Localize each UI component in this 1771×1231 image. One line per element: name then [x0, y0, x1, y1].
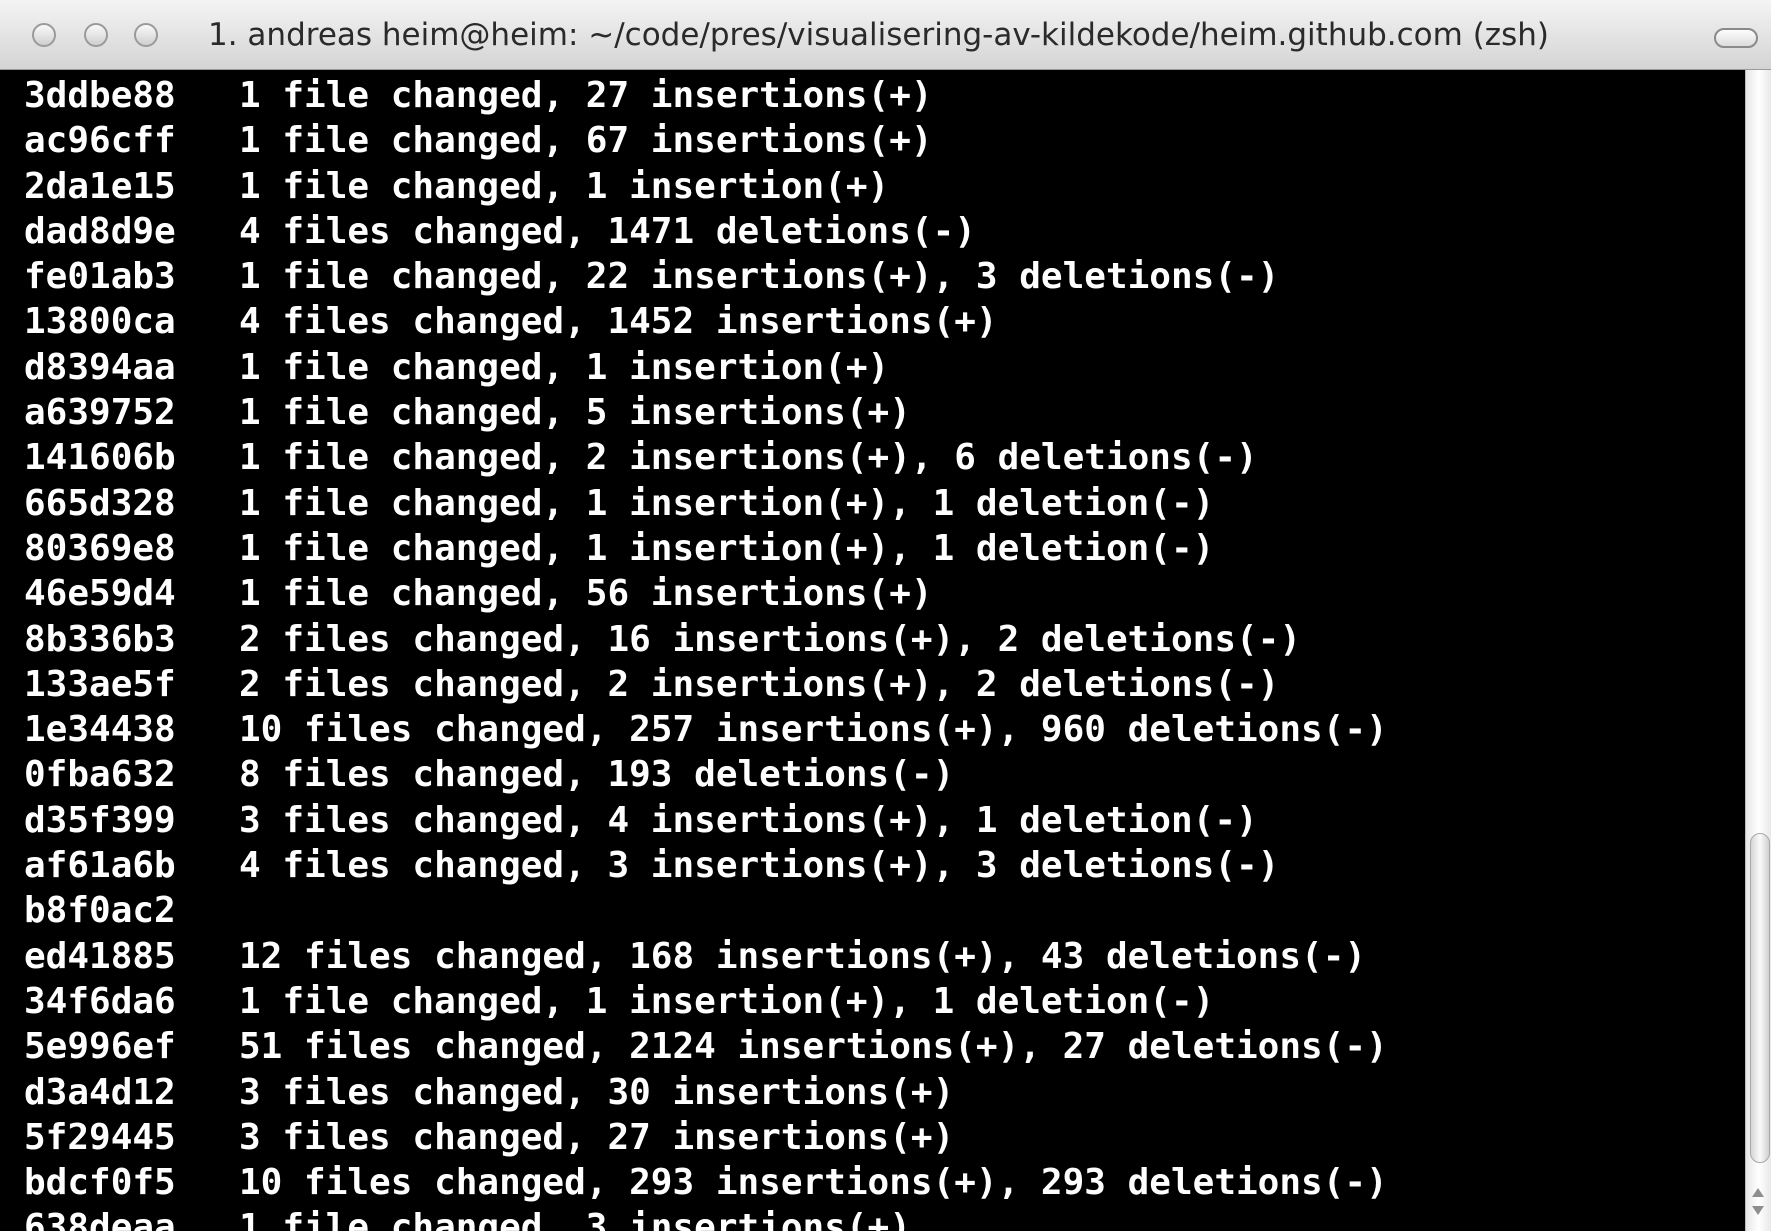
commit-hash: 133ae5f [24, 663, 176, 705]
terminal-line: d35f399 3 files changed, 4 insertions(+),… [24, 798, 1388, 843]
commit-stat: 4 files changed, 1452 insertions(+) [239, 301, 998, 343]
title-bar[interactable]: 1. andreas heim@heim: ~/code/pres/visual… [0, 0, 1771, 70]
commit-hash: 46e59d4 [24, 573, 176, 615]
terminal-line: 8b336b3 2 files changed, 16 insertions(+)… [24, 617, 1388, 662]
commit-hash: 665d328 [24, 482, 176, 524]
terminal-line: ed41885 12 files changed, 168 insertions(… [24, 934, 1388, 979]
terminal-line: dad8d9e 4 files changed, 1471 deletions(-… [24, 209, 1388, 254]
commit-hash: 141606b [24, 437, 176, 479]
terminal-line: 46e59d4 1 file changed, 56 insertions(+) [24, 571, 1388, 616]
terminal-line: 80369e8 1 file changed, 1 insertion(+), 1… [24, 526, 1388, 571]
scroll-up-arrow-icon[interactable] [1752, 1188, 1764, 1197]
commit-hash: 5f29445 [24, 1116, 176, 1158]
commit-hash: 13800ca [24, 301, 176, 343]
terminal-line: b8f0ac2 [24, 888, 1388, 933]
terminal-line: 3ddbe88 1 file changed, 27 insertions(+) [24, 73, 1388, 118]
terminal-line: 5e996ef 51 files changed, 2124 insertions… [24, 1024, 1388, 1069]
commit-hash: 8b336b3 [24, 618, 176, 660]
commit-stat: 2 files changed, 16 insertions(+), 2 del… [239, 618, 1302, 660]
commit-hash: dad8d9e [24, 210, 176, 252]
terminal-line: 665d328 1 file changed, 1 insertion(+), 1… [24, 481, 1388, 526]
terminal-line: 0fba632 8 files changed, 193 deletions(-) [24, 752, 1388, 797]
commit-hash: 2da1e15 [24, 165, 176, 207]
commit-stat: 8 files changed, 193 deletions(-) [239, 754, 955, 796]
commit-stat: 1 file changed, 3 insertions(+) [239, 1207, 911, 1231]
commit-stat: 4 files changed, 1471 deletions(-) [239, 210, 976, 252]
terminal-line: 13800ca 4 files changed, 1452 insertions(… [24, 299, 1388, 344]
commit-stat: 1 file changed, 67 insertions(+) [239, 120, 933, 162]
terminal-lines: 3ddbe88 1 file changed, 27 insertions(+) … [24, 73, 1388, 1231]
toolbar-toggle-button[interactable] [1714, 28, 1758, 48]
scroll-down-arrow-icon[interactable] [1752, 1206, 1764, 1215]
terminal-line: 1e34438 10 files changed, 257 insertions(… [24, 707, 1388, 752]
commit-hash: d3a4d12 [24, 1071, 176, 1113]
terminal-line: 638deaa 1 file changed, 3 insertions(+) [24, 1205, 1388, 1231]
commit-stat: 1 file changed, 2 insertions(+), 6 delet… [239, 437, 1258, 479]
terminal-line: 5f29445 3 files changed, 27 insertions(+) [24, 1115, 1388, 1160]
commit-stat: 10 files changed, 293 insertions(+), 293… [239, 1162, 1388, 1204]
terminal-line: fe01ab3 1 file changed, 22 insertions(+),… [24, 254, 1388, 299]
window-title: 1. andreas heim@heim: ~/code/pres/visual… [208, 17, 1549, 53]
commit-stat: 3 files changed, 30 insertions(+) [239, 1071, 955, 1113]
terminal-line: 2da1e15 1 file changed, 1 insertion(+) [24, 164, 1388, 209]
terminal-line: 133ae5f 2 files changed, 2 insertions(+),… [24, 662, 1388, 707]
commit-hash: 5e996ef [24, 1026, 176, 1068]
terminal-line: 34f6da6 1 file changed, 1 insertion(+), 1… [24, 979, 1388, 1024]
zoom-button[interactable] [134, 23, 158, 47]
terminal-line: bdcf0f5 10 files changed, 293 insertions(… [24, 1160, 1388, 1205]
commit-hash: ac96cff [24, 120, 176, 162]
commit-stat: 1 file changed, 5 insertions(+) [239, 392, 911, 434]
commit-stat: 1 file changed, 1 insertion(+), 1 deleti… [239, 527, 1215, 569]
close-button[interactable] [32, 23, 56, 47]
commit-stat: 1 file changed, 27 insertions(+) [239, 75, 933, 116]
scrollbar-thumb[interactable] [1750, 833, 1770, 1163]
commit-stat: 3 files changed, 27 insertions(+) [239, 1116, 955, 1158]
commit-hash: 0fba632 [24, 754, 176, 796]
commit-hash: 80369e8 [24, 527, 176, 569]
terminal-line: af61a6b 4 files changed, 3 insertions(+),… [24, 843, 1388, 888]
commit-hash: ed41885 [24, 935, 176, 977]
commit-stat: 2 files changed, 2 insertions(+), 2 dele… [239, 663, 1280, 705]
commit-stat: 10 files changed, 257 insertions(+), 960… [239, 709, 1388, 751]
terminal-window: 1. andreas heim@heim: ~/code/pres/visual… [0, 0, 1771, 1231]
commit-stat: 1 file changed, 1 insertion(+) [239, 165, 890, 207]
commit-hash: d8394aa [24, 346, 176, 388]
vertical-scrollbar[interactable] [1745, 70, 1771, 1231]
terminal-line: 141606b 1 file changed, 2 insertions(+), … [24, 435, 1388, 480]
commit-stat: 1 file changed, 1 insertion(+), 1 deleti… [239, 482, 1215, 524]
commit-hash: d35f399 [24, 799, 176, 841]
terminal-line: a639752 1 file changed, 5 insertions(+) [24, 390, 1388, 435]
commit-stat: 1 file changed, 22 insertions(+), 3 dele… [239, 256, 1280, 298]
commit-hash: 34f6da6 [24, 980, 176, 1022]
minimize-button[interactable] [84, 23, 108, 47]
commit-hash: 638deaa [24, 1207, 176, 1231]
commit-hash: af61a6b [24, 845, 176, 887]
commit-stat: 3 files changed, 4 insertions(+), 1 dele… [239, 799, 1258, 841]
commit-hash: a639752 [24, 392, 176, 434]
commit-stat: 51 files changed, 2124 insertions(+), 27… [239, 1026, 1388, 1068]
commit-hash: b8f0ac2 [24, 890, 176, 932]
commit-hash: 3ddbe88 [24, 75, 176, 116]
commit-stat: 1 file changed, 1 insertion(+), 1 deleti… [239, 980, 1215, 1022]
terminal-line: ac96cff 1 file changed, 67 insertions(+) [24, 118, 1388, 163]
commit-stat: 1 file changed, 56 insertions(+) [239, 573, 933, 615]
commit-stat: 4 files changed, 3 insertions(+), 3 dele… [239, 845, 1280, 887]
terminal-line: d8394aa 1 file changed, 1 insertion(+) [24, 345, 1388, 390]
commit-stat: 12 files changed, 168 insertions(+), 43 … [239, 935, 1367, 977]
commit-stat: 1 file changed, 1 insertion(+) [239, 346, 890, 388]
terminal-output[interactable]: 3ddbe88 1 file changed, 27 insertions(+) … [0, 70, 1745, 1231]
terminal-line: d3a4d12 3 files changed, 30 insertions(+) [24, 1070, 1388, 1115]
commit-hash: bdcf0f5 [24, 1162, 176, 1204]
commit-hash: 1e34438 [24, 709, 176, 751]
commit-hash: fe01ab3 [24, 256, 176, 298]
